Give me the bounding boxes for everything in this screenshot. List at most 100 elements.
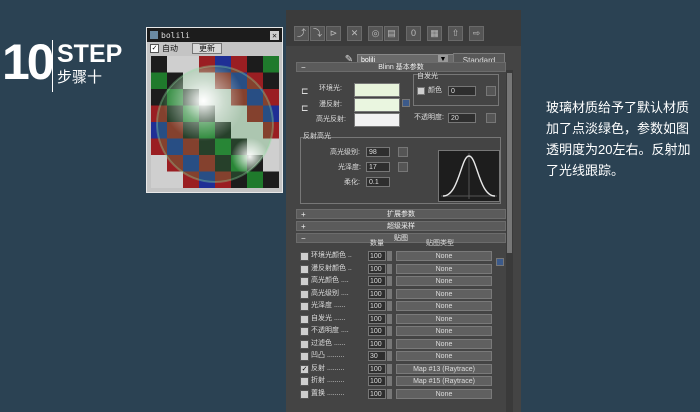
close-icon[interactable]: ✕	[270, 30, 279, 40]
map-amount-field[interactable]: 100	[368, 376, 386, 386]
map-amount-spinner[interactable]	[387, 326, 392, 336]
specular-level-map-button[interactable]	[398, 147, 408, 157]
opacity-map-button[interactable]	[486, 113, 496, 123]
map-enable-checkbox[interactable]	[300, 302, 309, 311]
map-slot-button[interactable]: None	[396, 351, 492, 361]
map-enable-checkbox[interactable]	[300, 389, 309, 399]
map-enable-checkbox[interactable]	[300, 264, 309, 274]
map-slot-button[interactable]: None	[396, 288, 492, 299]
specular-color-swatch[interactable]	[354, 113, 400, 127]
auto-checkbox[interactable]: ✓	[150, 44, 159, 53]
map-amount-spinner[interactable]	[387, 276, 392, 286]
map-name-label: 过滤色 ......	[311, 339, 346, 347]
map-name-label: 光泽度 ......	[311, 302, 346, 309]
specular-highlight-curve	[438, 150, 500, 202]
map-amount-spinner[interactable]	[387, 251, 392, 261]
map-amount-spinner[interactable]	[387, 363, 392, 374]
map-amount-spinner[interactable]	[387, 313, 392, 324]
delete-icon[interactable]: ✕	[347, 26, 362, 41]
map-name-label: 反射 .........	[311, 364, 345, 372]
maps-type-header: 贴图类型	[426, 240, 454, 247]
map-slot-button[interactable]: Map #15 (Raytrace)	[396, 376, 492, 386]
map-slot-button[interactable]: None	[396, 301, 492, 311]
step-description: 玻璃材质给予了默认材质加了点淡绿色，参数如图透明度为20左右。反射加了光线跟踪。	[546, 100, 691, 178]
specular-highlights-label: 反射高光	[303, 133, 331, 140]
go-to-parent-icon[interactable]: ⇧	[448, 26, 463, 41]
map-enable-checkbox[interactable]: ✓	[300, 364, 309, 374]
map-enable-checkbox[interactable]	[300, 352, 309, 361]
show-map-in-viewport-icon[interactable]: ▦	[427, 26, 442, 41]
map-name-label: 自发光 ......	[311, 314, 346, 322]
map-amount-field[interactable]: 100	[368, 326, 386, 336]
map-amount-field[interactable]: 100	[368, 288, 386, 299]
map-amount-spinner[interactable]	[387, 376, 392, 386]
glossiness-value[interactable]: 17	[366, 162, 390, 172]
map-amount-field[interactable]: 100	[368, 388, 386, 399]
map-amount-spinner[interactable]	[387, 301, 392, 311]
ambient-color-swatch[interactable]	[354, 83, 400, 97]
update-button[interactable]: 更新	[192, 43, 222, 54]
map-name-label: 折射 .........	[311, 377, 345, 384]
map-enable-checkbox[interactable]	[300, 314, 309, 324]
scrollbar-thumb[interactable]	[507, 73, 512, 253]
rollout-supersampling[interactable]: + 超级采样	[296, 221, 506, 231]
map-amount-field[interactable]: 100	[368, 251, 386, 261]
map-slot-button[interactable]: None	[396, 251, 492, 261]
map-enable-checkbox[interactable]	[300, 327, 309, 336]
map-amount-field[interactable]: 30	[368, 351, 386, 361]
self-illum-color-checkbox[interactable]	[417, 87, 425, 95]
map-enable-checkbox[interactable]	[300, 277, 309, 286]
diffuse-color-swatch[interactable]	[354, 98, 400, 112]
map-amount-spinner[interactable]	[387, 263, 392, 274]
map-slot-button[interactable]: None	[396, 388, 492, 399]
assign-to-selection-icon[interactable]: ⊳	[326, 26, 341, 41]
lock-ambient-icon[interactable]: ⊏	[301, 86, 309, 96]
map-enable-checkbox[interactable]	[300, 289, 309, 299]
editor-scrollbar[interactable]	[506, 70, 513, 412]
map-amount-field[interactable]: 100	[368, 363, 386, 374]
map-slot-button[interactable]: None	[396, 276, 492, 286]
map-amount-spinner[interactable]	[387, 338, 392, 349]
opacity-label: 不透明度:	[414, 114, 444, 121]
map-row: 环境光颜色 .. 100 None	[300, 250, 505, 262]
diffuse-map-button[interactable]	[402, 99, 410, 107]
self-illum-map-button[interactable]	[486, 86, 496, 96]
go-forward-icon[interactable]: ⇨	[469, 26, 484, 41]
soften-value[interactable]: 0.1	[366, 177, 390, 187]
map-slot-button[interactable]: None	[396, 338, 492, 349]
map-amount-field[interactable]: 100	[368, 263, 386, 274]
map-amount-spinner[interactable]	[387, 288, 392, 299]
map-amount-field[interactable]: 100	[368, 338, 386, 349]
rollout-title: 贴图	[394, 235, 408, 242]
material-preview-sphere	[151, 56, 279, 188]
map-name-label: 高光颜色 ....	[311, 277, 349, 284]
map-amount-spinner[interactable]	[387, 388, 392, 399]
map-slot-button[interactable]: Map #13 (Raytrace)	[396, 363, 492, 374]
specular-level-value[interactable]: 98	[366, 147, 390, 157]
lock-diffuse-icon[interactable]: ⊏	[301, 103, 309, 113]
material-effects-channel-icon[interactable]: 0	[406, 26, 421, 41]
map-amount-field[interactable]: 100	[368, 313, 386, 324]
map-enable-checkbox[interactable]	[300, 377, 309, 386]
put-to-library-icon[interactable]: ▤	[384, 26, 399, 41]
glossiness-map-button[interactable]	[398, 162, 408, 172]
map-slot-button[interactable]: None	[396, 263, 492, 274]
map-amount-field[interactable]: 100	[368, 276, 386, 286]
map-amount-field[interactable]: 100	[368, 301, 386, 311]
self-illum-value[interactable]: 0	[448, 86, 476, 96]
put-to-scene-icon[interactable]: ⤵	[310, 26, 325, 41]
rollout-maps[interactable]: − 贴图	[296, 233, 506, 243]
rollout-extended-params[interactable]: + 扩展参数	[296, 209, 506, 219]
map-slot-button[interactable]: None	[396, 313, 492, 324]
map-amount-spinner[interactable]	[387, 351, 392, 361]
get-material-icon[interactable]: ⤴	[294, 26, 309, 41]
step-number: 10	[2, 34, 55, 90]
map-enable-checkbox[interactable]	[300, 252, 309, 261]
preview-toolbar: ✓ 自动 更新	[147, 42, 282, 55]
opacity-value[interactable]: 20	[448, 113, 476, 123]
rollout-blinn-basic-params[interactable]: − Blinn 基本参数	[296, 62, 506, 72]
make-unique-icon[interactable]: ◎	[368, 26, 383, 41]
preview-title-bar[interactable]: bolili ✕	[147, 28, 282, 42]
map-slot-button[interactable]: None	[396, 326, 492, 336]
map-enable-checkbox[interactable]	[300, 339, 309, 349]
